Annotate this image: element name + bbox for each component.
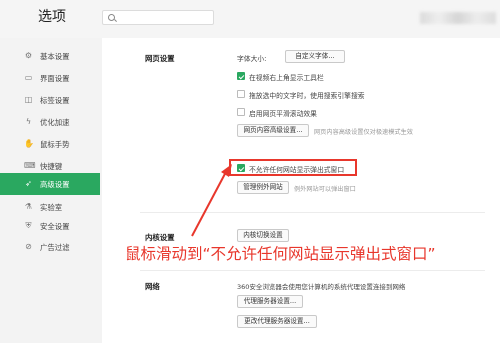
exceptions-note: 例外网站可以弹出窗口 [294, 186, 356, 193]
sidebar-item-advanced[interactable]: ➶ 高级设置 [0, 173, 100, 195]
keyboard-icon: ⌨ [24, 161, 36, 170]
option-label: 启用网页平滑滚动效果 [249, 110, 317, 118]
network-description: 360安全浏览器会使用您计算机的系统代理设置连接到网络 [237, 283, 406, 291]
lightning-icon: ϟ [25, 117, 32, 126]
sidebar-item-security[interactable]: ⛨ 安全设置 [0, 215, 100, 237]
sidebar-item-gestures[interactable]: ✋ 鼠标手势 [0, 133, 100, 155]
advanced-content-settings-button[interactable]: 网页内容高级设置... [237, 124, 309, 137]
sidebar-item-label: 标签设置 [40, 96, 70, 105]
hand-icon: ✋ [24, 139, 34, 148]
sidebar-item-label: 优化加速 [40, 118, 70, 127]
sidebar-item-optimize[interactable]: ϟ 优化加速 [0, 111, 100, 133]
sidebar-item-tabs[interactable]: ◫ 标签设置 [0, 89, 100, 111]
proxy-settings-button[interactable]: 代理服务器设置... [237, 295, 303, 308]
rocket-icon: ➶ [25, 179, 32, 188]
tab-icon: ◫ [24, 95, 33, 104]
shield-icon: ⛨ [25, 221, 32, 230]
sidebar-item-basic[interactable]: ⚙ 基本设置 [0, 45, 100, 67]
sidebar-item-label: 快捷键 [40, 162, 63, 171]
search-input[interactable] [119, 12, 211, 23]
font-size-label: 字体大小: [237, 55, 267, 63]
drag-search-checkbox[interactable] [237, 90, 245, 98]
flask-icon: ⚗ [24, 202, 33, 211]
sidebar-item-label: 广告过滤 [40, 243, 70, 252]
sidebar: ⚙ 基本设置 ▭ 界面设置 ◫ 标签设置 ϟ 优化加速 ✋ 鼠标手势 ⌨ 快捷键… [0, 40, 100, 343]
advanced-note: 网页内容高级设置仅对极速模式生效 [314, 129, 413, 136]
block-icon: ⊘ [25, 242, 32, 251]
manage-exceptions-button[interactable]: 管理例外网站 [237, 181, 289, 194]
sidebar-item-label: 实验室 [40, 203, 63, 212]
annotation-text: 鼠标滑动到“不允许任何网站显示弹出式窗口” [125, 245, 436, 263]
blurred-account-area [420, 12, 496, 24]
option-label: 拖放选中的文字时，使用搜索引擎搜索 [249, 92, 365, 100]
window-icon: ▭ [24, 73, 33, 82]
page-title: 选项 [38, 9, 66, 25]
sidebar-item-label: 界面设置 [40, 74, 70, 83]
highlight-box [229, 159, 357, 176]
kernel-switch-button[interactable]: 内核切换设置 [237, 229, 289, 242]
section-title-network: 网络 [145, 282, 160, 291]
search-icon [108, 14, 115, 21]
change-proxy-button[interactable]: 更改代理服务器设置... [237, 315, 317, 328]
custom-font-button[interactable]: 自定义字体... [285, 50, 345, 63]
divider [140, 212, 485, 213]
toolbar-on-video-checkbox[interactable] [237, 72, 245, 80]
sidebar-item-label: 基本设置 [40, 52, 70, 61]
section-title-web: 网页设置 [145, 54, 175, 63]
sidebar-item-adblock[interactable]: ⊘ 广告过滤 [0, 236, 100, 258]
divider [140, 270, 485, 271]
sidebar-item-interface[interactable]: ▭ 界面设置 [0, 67, 100, 89]
sidebar-item-label: 高级设置 [40, 180, 70, 189]
title-bar: 选项 [0, 0, 500, 38]
gear-icon: ⚙ [24, 51, 33, 60]
sidebar-item-label: 安全设置 [40, 222, 70, 231]
option-label: 在视频右上角显示工具栏 [249, 74, 324, 82]
search-box[interactable] [102, 10, 214, 25]
smooth-scroll-checkbox[interactable] [237, 108, 245, 116]
sidebar-item-label: 鼠标手势 [40, 140, 70, 149]
